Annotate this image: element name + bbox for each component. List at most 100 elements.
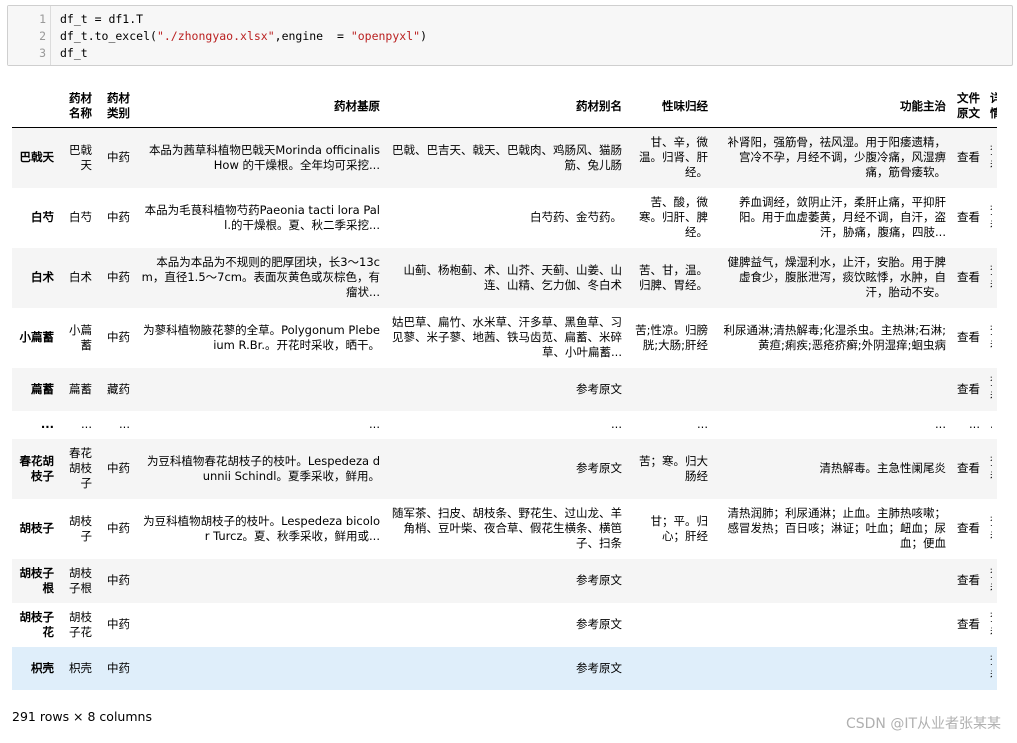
table-cell: 查看 [985, 308, 997, 368]
cell-text: 查看 [957, 617, 980, 631]
cell-text: 本品为茜草科植物巴戟天Morinda officinalis How 的干燥根。… [148, 142, 380, 172]
cell-text: 查看 [990, 566, 992, 596]
table-cell: 中药 [97, 603, 135, 647]
table-row[interactable]: 胡枝子花胡枝子花 中药 参考原文 查看查看 [12, 602, 997, 647]
column-header: 药材基原 [135, 85, 385, 128]
cell-text: 随军茶、扫皮、胡枝条、野花生、过山龙、羊角梢、豆叶柴、夜合草、假花生横条、横笆子… [392, 506, 622, 550]
code-text: df_t [60, 46, 88, 60]
table-row[interactable]: ........................... [12, 410, 997, 439]
cell-text: 查看 [990, 323, 992, 353]
cell-text: 查看 [990, 454, 992, 484]
cell-text: 查看 [990, 610, 992, 640]
cell-text: 苦；寒。归大肠经 [639, 453, 708, 483]
table-cell: 本品为茜草科植物巴戟天Morinda officinalis How 的干燥根。… [135, 128, 385, 188]
table-cell: 清热润肺；利尿通淋；止血。主肺热咳嗽；感冒发热；百日咳；淋证；吐血；衄血；尿血；… [713, 499, 951, 559]
table-cell: 萹蓄 [59, 368, 97, 411]
table-row[interactable]: 小萹蓄 小萹蓄 中药 为蓼科植物腋花蓼的全草。Polygonum Plebeium R… [12, 307, 997, 368]
table-cell: 查看 [985, 128, 997, 188]
cell-text: 为豆科植物胡枝子的枝叶。Lespedeza bicolor Turcz。夏、秋季… [143, 513, 380, 543]
table-row[interactable]: 白术 白术 中药 本品为本品为不规则的肥厚团块，长3～13cm，直径1.5～7cm。表… [12, 247, 997, 308]
row-index: ... [40, 417, 54, 431]
row-index: 胡枝子花 [19, 609, 55, 639]
row-index: 枳壳 [31, 660, 54, 675]
cell-text: ... [81, 417, 92, 431]
table-cell: ... [385, 411, 627, 439]
column-header: 文件原文 [951, 85, 985, 128]
cell-text: 查看 [990, 203, 992, 233]
cell-text: 胡枝子 [69, 513, 92, 543]
table-cell: 查看 [951, 188, 985, 248]
table-cell: ... [97, 411, 135, 439]
code-string: "openpyxl" [350, 29, 421, 43]
column-header: 药材名称 [59, 85, 97, 128]
line-number: 1 [39, 12, 46, 26]
cell-text: 查看 [957, 210, 980, 224]
table-cell [713, 368, 951, 411]
table-cell: 查看 [951, 559, 985, 603]
table-cell [713, 647, 951, 690]
table-cell: 查看 [985, 603, 997, 647]
cell-text: ... [990, 417, 992, 432]
cell-text: 中药 [107, 660, 130, 675]
code-line-1[interactable]: df_t = df1.T [60, 11, 143, 28]
table-cell: 查看 [951, 499, 985, 559]
cell-text: 巴戟、巴吉天、戟天、巴戟肉、鸡肠风、猫肠筋、兔儿肠 [392, 142, 622, 172]
cell-text: 苦;性凉。归膀胱;大肠;肝经 [635, 322, 708, 352]
table-cell: 本品为本品为不规则的肥厚团块，长3～13cm，直径1.5～7cm。表面灰黄色或灰… [135, 248, 385, 308]
table-cell: 苦；寒。归大肠经 [627, 439, 713, 499]
table-cell: 苦、甘，温。归脾、胃经。 [627, 248, 713, 308]
column-header: 详情 [985, 85, 997, 128]
cell-text: 中药 [107, 573, 130, 587]
table-cell: 山蓟、杨枹蓟、术、山芥、天蓟、山姜、山连、山精、乞力伽、冬白术 [385, 248, 627, 308]
cell-text: 萹蓄 [69, 381, 92, 396]
row-index: 白芍 [31, 210, 54, 224]
code-line-3[interactable]: df_t [60, 45, 88, 62]
code-string: "./zhongyao.xlsx" [156, 29, 275, 43]
table-cell [627, 647, 713, 690]
table-cell: 查看 [985, 368, 997, 411]
table-row[interactable]: 枳壳枳壳中药参考原文查看 [12, 646, 997, 690]
cell-text: 中药 [107, 617, 130, 631]
code-cell[interactable]: 1 2 3 df_t = df1.T df_t.to_excel("./zhon… [7, 5, 1013, 66]
cell-text: 查看 [957, 381, 980, 396]
cell-text: 查看 [990, 514, 992, 544]
table-row[interactable]: 春花胡枝子 春花胡枝子 中药 为豆科植物春花胡枝子的枝叶。Lespedeza dunn… [12, 438, 997, 499]
cell-text: 中药 [107, 461, 130, 475]
table-cell: 查看 [985, 248, 997, 308]
table-cell: 中药 [97, 647, 135, 690]
cell-text: 清热解毒。主急性阑尾炎 [819, 461, 947, 475]
table-row[interactable]: 白芍 白芍 中药 本品为毛茛科植物芍药Paeonia tacti lora Pall.… [12, 187, 997, 248]
cell-text: ... [119, 417, 130, 431]
table-cell [713, 559, 951, 603]
table-cell: 中药 [97, 308, 135, 368]
table-row[interactable]: 胡枝子根胡枝子根 中药 参考原文 查看查看 [12, 558, 997, 603]
table-cell: 查看 [951, 603, 985, 647]
cell-text: 查看 [957, 521, 980, 535]
table-cell: ... [713, 411, 951, 439]
row-index: 小萹蓄 [19, 330, 55, 344]
table-cell: 随军茶、扫皮、胡枝条、野花生、过山龙、羊角梢、豆叶柴、夜合草、假花生横条、横笆子… [385, 499, 627, 559]
row-index: 萹蓄 [31, 381, 54, 396]
cell-text: 甘；平。归心；肝经 [650, 513, 709, 543]
table-cell: 健脾益气，燥湿利水，止汗，安胎。用于脾虚食少，腹胀泄泻，痰饮眩悸，水肿，自汗，胎… [713, 248, 951, 308]
table-cell: 白芍药、金芍药。 [385, 188, 627, 248]
cell-text: 参考原文 [576, 660, 622, 675]
table-cell: 本品为毛茛科植物芍药Paeonia tacti lora Pall.的干燥根。夏… [135, 188, 385, 248]
table-row[interactable]: 萹蓄萹蓄藏药参考原文查看查看 [12, 367, 997, 411]
table-cell: 为蓼科植物腋花蓼的全草。Polygonum Plebeium R.Br.。开花时… [135, 308, 385, 368]
table-row[interactable]: 巴戟天 巴戟天 中药 本品为茜草科植物巴戟天Morinda officinalis H… [12, 127, 997, 188]
cell-text: 查看 [990, 263, 992, 293]
table-cell: 为豆科植物胡枝子的枝叶。Lespedeza bicolor Turcz。夏、秋季… [135, 499, 385, 559]
table-cell: 春花胡枝子 [59, 439, 97, 499]
table-cell: 中药 [97, 439, 135, 499]
table-cell: 中药 [97, 499, 135, 559]
cell-text: 苦、酸，微寒。归肝、脾经。 [639, 195, 708, 239]
cell-text: 本品为本品为不规则的肥厚团块，长3～13cm，直径1.5～7cm。表面灰黄色或灰… [141, 255, 380, 299]
table-row[interactable]: 胡枝子 胡枝子 中药 为豆科植物胡枝子的枝叶。Lespedeza bicolor Tu… [12, 498, 997, 559]
table-cell [135, 647, 385, 690]
cell-text: 藏药 [107, 381, 130, 396]
cell-text: 参考原文 [576, 461, 622, 475]
table-cell: 参考原文 [385, 439, 627, 499]
code-line-2[interactable]: df_t.to_excel("./zhongyao.xlsx",engine =… [60, 28, 427, 45]
table-cell [713, 603, 951, 647]
